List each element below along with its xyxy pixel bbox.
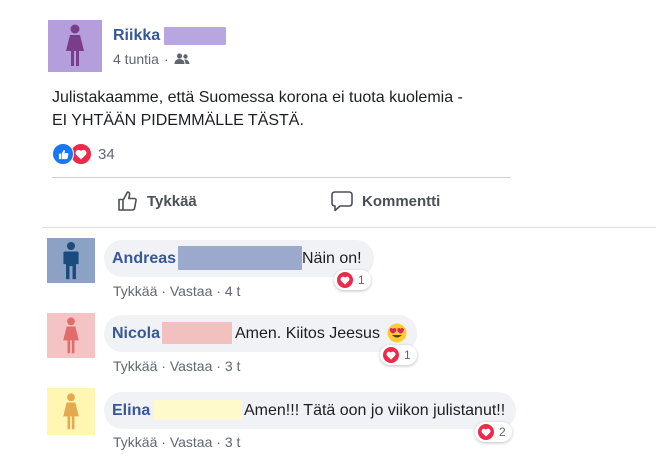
comment-author-avatar[interactable] — [47, 388, 95, 435]
comment-reaction-count: 2 — [499, 425, 506, 439]
comment-author-name[interactable]: Elina — [112, 402, 150, 420]
comment-button-label: Kommentti — [362, 192, 441, 210]
like-button[interactable]: Tykkää — [117, 190, 197, 212]
comment-like-link[interactable]: Tykkää — [113, 434, 157, 450]
comment-reaction-badge[interactable]: 2 — [475, 422, 512, 442]
comment-reply-link[interactable]: Vastaa — [170, 283, 213, 299]
comment-author-avatar[interactable] — [47, 313, 95, 358]
person-female-icon — [63, 392, 79, 429]
comment-button[interactable]: Kommentti — [331, 190, 440, 212]
actions-divider — [42, 227, 656, 228]
like-button-label: Tykkää — [147, 192, 197, 210]
comment-author-name[interactable]: Nicola — [112, 325, 160, 343]
comment-time[interactable]: 3 t — [225, 358, 241, 374]
comment-author-name[interactable]: Andreas — [112, 250, 176, 268]
comment-time[interactable]: 4 t — [225, 283, 241, 299]
comment-bubble: Andreas Näin on! — [104, 240, 374, 277]
comment-time[interactable]: 3 t — [225, 434, 241, 450]
comment-reply-link[interactable]: Vastaa — [170, 358, 213, 374]
comment-reaction-badge[interactable]: 1 — [334, 270, 371, 290]
post-text-line-1: Julistakaamme, että Suomessa korona ei t… — [52, 89, 463, 106]
comment-reply-link[interactable]: Vastaa — [170, 434, 213, 450]
post-author-name[interactable]: Riikka — [113, 27, 160, 45]
person-female-icon — [63, 316, 79, 353]
friends-audience-icon[interactable] — [174, 53, 190, 65]
separator: · — [216, 283, 221, 299]
like-reaction-icon — [52, 143, 74, 165]
comment-author-avatar[interactable] — [47, 238, 95, 283]
post-divider — [52, 177, 511, 178]
separator: · — [161, 358, 166, 374]
love-reaction-icon — [383, 347, 399, 363]
comment-bubble-icon — [331, 191, 353, 212]
post-time[interactable]: 4 tuntia — [113, 51, 159, 67]
redacted-surname — [162, 322, 232, 344]
comment-text: Näin on! — [302, 250, 362, 267]
comment-actions: Tykkää · Vastaa · 4 t — [113, 283, 240, 299]
comment-actions: Tykkää · Vastaa · 3 t — [113, 434, 240, 450]
person-male-icon — [63, 241, 79, 279]
comment-reaction-count: 1 — [404, 348, 411, 362]
separator: · — [216, 358, 221, 374]
thumbs-up-icon — [118, 191, 137, 211]
comment-like-link[interactable]: Tykkää — [113, 358, 157, 374]
love-reaction-icon — [337, 272, 353, 288]
separator: · — [161, 434, 166, 450]
post-text: Julistakaamme, että Suomessa korona ei t… — [52, 86, 463, 132]
redacted-surname — [154, 400, 242, 420]
comment-reaction-count: 1 — [358, 273, 365, 287]
post-author-avatar[interactable] — [48, 20, 102, 72]
comment-actions: Tykkää · Vastaa · 3 t — [113, 358, 240, 374]
comment-like-link[interactable]: Tykkää — [113, 283, 157, 299]
redacted-surname — [164, 27, 226, 45]
meta-separator: · — [163, 51, 169, 67]
redacted-surname — [178, 246, 302, 270]
separator: · — [216, 434, 221, 450]
post-reactions-summary[interactable]: 34 — [52, 143, 115, 165]
comment-text: Amen. Kiitos Jeesus — [235, 325, 380, 342]
comment-reaction-badge[interactable]: 1 — [380, 345, 417, 365]
separator: · — [161, 283, 166, 299]
post-meta: 4 tuntia · — [113, 51, 190, 67]
reaction-count: 34 — [98, 145, 115, 163]
comment-bubble: Nicola Amen. Kiitos Jeesus — [104, 315, 417, 352]
post-text-line-2: EI YHTÄÄN PIDEMMÄLLE TÄSTÄ. — [52, 112, 304, 129]
love-reaction-icon — [478, 424, 494, 440]
comment-bubble: Elina Amen!!! Tätä oon jo viikon julista… — [104, 392, 516, 429]
person-female-icon — [66, 24, 84, 66]
comment-text: Amen!!! Tätä oon jo viikon julistanut!! — [244, 402, 506, 419]
heart-eyes-emoji-icon — [387, 323, 407, 343]
